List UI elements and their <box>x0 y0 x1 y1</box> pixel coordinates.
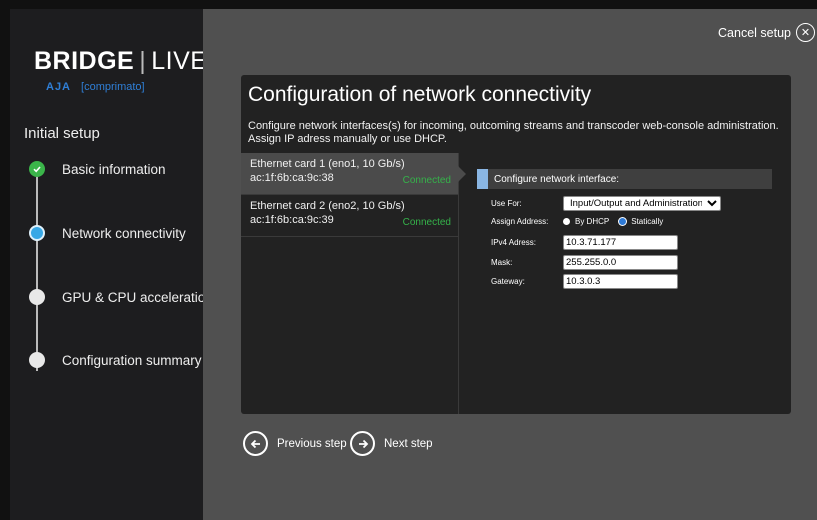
step-network-connectivity[interactable]: Network connectivity <box>29 225 186 241</box>
gateway-label: Gateway: <box>491 277 525 286</box>
use-for-label: Use For: <box>491 199 522 208</box>
network-config-panel: Configuration of network connectivity Co… <box>241 75 791 414</box>
main-area: Cancel setup ✕ Configuration of network … <box>203 9 817 520</box>
steps-connector-line <box>36 167 38 371</box>
sidebar: BRIDGE | LIVE AJA [comprimato] Initial setu… <box>10 9 213 520</box>
sidebar-title: Initial setup <box>24 125 100 142</box>
step-label: GPU & CPU acceleration <box>62 289 213 305</box>
use-for-row: Use For: Input/Output and Administration <box>491 196 721 211</box>
interface-item-eno2[interactable]: Ethernet card 2 (eno2, 10 Gb/s) ac:1f:6b… <box>241 195 458 237</box>
step-gpu-cpu-acceleration[interactable]: GPU & CPU acceleration <box>29 289 213 305</box>
interface-name: Ethernet card 1 (eno1, 10 Gb/s) <box>250 158 405 170</box>
use-for-select[interactable]: Input/Output and Administration <box>563 196 721 211</box>
close-circle-icon: ✕ <box>796 23 815 42</box>
next-step-button[interactable]: Next step <box>350 431 433 456</box>
selected-arrow-icon <box>458 166 466 182</box>
ipv4-row: IPv4 Adress: 10.3.71.177 <box>491 235 678 250</box>
status-badge: Connected <box>402 175 451 186</box>
arrow-right-icon <box>350 431 375 456</box>
interface-name: Ethernet card 2 (eno2, 10 Gb/s) <box>250 200 405 212</box>
assign-address-row: Assign Address: By DHCP Statically <box>491 217 673 226</box>
active-step-icon <box>29 225 45 241</box>
cancel-setup-label: Cancel setup <box>718 25 791 40</box>
logo-live-text: LIVE <box>151 47 208 75</box>
pending-step-icon <box>29 289 45 305</box>
step-label: Configuration summary <box>62 352 202 368</box>
mask-row: Mask: 255.255.0.0 <box>491 255 678 270</box>
dhcp-radio[interactable]: By DHCP <box>563 217 609 226</box>
static-radio-label: Statically <box>631 217 664 226</box>
static-radio[interactable]: Statically <box>619 217 663 226</box>
comprimato-logo: [comprimato] <box>81 81 145 93</box>
interface-item-eno1[interactable]: Ethernet card 1 (eno1, 10 Gb/s) ac:1f:6b… <box>241 153 466 195</box>
check-icon <box>29 161 45 177</box>
previous-step-button[interactable]: Previous step <box>243 431 347 456</box>
previous-step-label: Previous step <box>277 437 347 450</box>
dhcp-radio-label: By DHCP <box>575 217 610 226</box>
configure-interface-title: Configure network interface: <box>494 173 620 185</box>
partner-logos: AJA [comprimato] <box>46 81 145 93</box>
bridge-live-logo: BRIDGE | LIVE <box>34 47 207 76</box>
logo-separator: | <box>139 47 147 75</box>
logo-bridge-text: BRIDGE <box>34 47 135 75</box>
header-accent-bar <box>477 169 488 189</box>
arrow-left-icon <box>243 431 268 456</box>
interface-list: Ethernet card 1 (eno1, 10 Gb/s) ac:1f:6b… <box>241 153 466 414</box>
step-basic-information[interactable]: Basic information <box>29 161 166 177</box>
app-window: BRIDGE | LIVE AJA [comprimato] Initial setu… <box>0 0 817 520</box>
status-badge: Connected <box>402 217 451 228</box>
mask-label: Mask: <box>491 258 513 267</box>
radio-checked-icon <box>619 218 627 225</box>
page-title: Configuration of network connectivity <box>248 83 592 106</box>
next-step-label: Next step <box>384 437 433 450</box>
step-label: Network connectivity <box>62 225 186 241</box>
ipv4-input[interactable]: 10.3.71.177 <box>563 235 678 250</box>
gateway-input[interactable]: 10.3.0.3 <box>563 274 678 289</box>
pending-step-icon <box>29 352 45 368</box>
step-label: Basic information <box>62 161 166 177</box>
aja-logo: AJA <box>46 81 72 93</box>
cancel-setup-button[interactable]: Cancel setup ✕ <box>718 23 815 42</box>
configure-interface-header: Configure network interface: <box>477 169 772 189</box>
ipv4-label: IPv4 Adress: <box>491 238 536 247</box>
mask-input[interactable]: 255.255.0.0 <box>563 255 678 270</box>
step-configuration-summary[interactable]: Configuration summary <box>29 352 202 368</box>
assign-address-label: Assign Address: <box>491 217 549 226</box>
gateway-row: Gateway: 10.3.0.3 <box>491 274 678 289</box>
radio-unchecked-icon <box>563 218 570 225</box>
page-description: Configure network interfaces(s) for inco… <box>248 120 779 145</box>
